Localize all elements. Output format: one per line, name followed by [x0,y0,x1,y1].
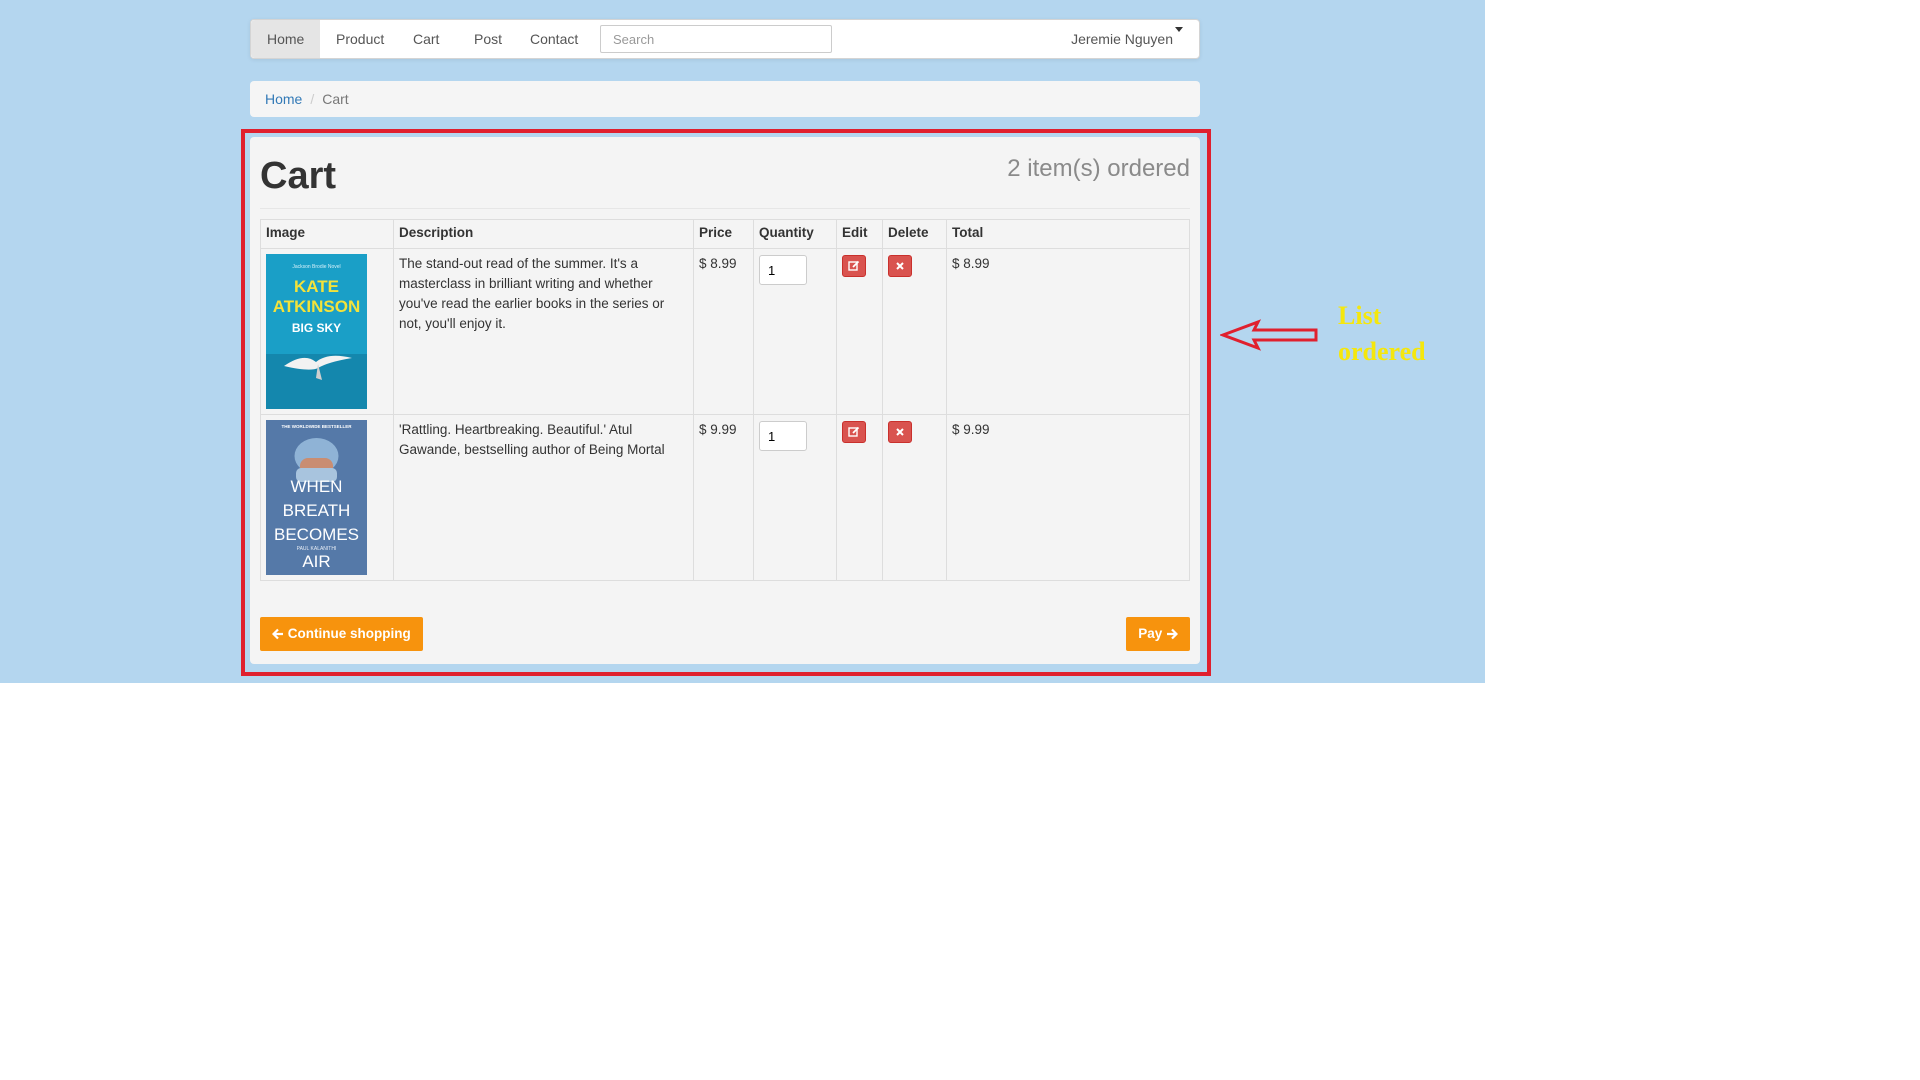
breadcrumb: Home / Cart [250,81,1200,117]
user-name: Jeremie Nguyen [1071,31,1173,47]
nav-home[interactable]: Home [251,20,321,58]
breadcrumb-home-link[interactable]: Home [265,91,302,107]
breadcrumb-separator: / [310,91,315,107]
caret-down-icon [1175,27,1183,32]
annotation-line-1: List [1338,301,1382,330]
top-navbar: Home Product Cart Post Contact Jeremie N… [250,19,1200,59]
annotation-line-2: ordered [1338,337,1426,366]
highlight-box [241,129,1211,676]
nav-contact[interactable]: Contact [514,20,594,58]
search-input[interactable] [600,25,832,53]
user-menu[interactable]: Jeremie Nguyen [1071,20,1183,58]
nav-product[interactable]: Product [320,20,400,58]
annotation-label: List ordered [1338,298,1498,370]
nav-cart[interactable]: Cart [397,20,455,58]
breadcrumb-current: Cart [322,91,349,107]
nav-post[interactable]: Post [458,20,518,58]
annotation-arrow-icon [1220,319,1318,351]
